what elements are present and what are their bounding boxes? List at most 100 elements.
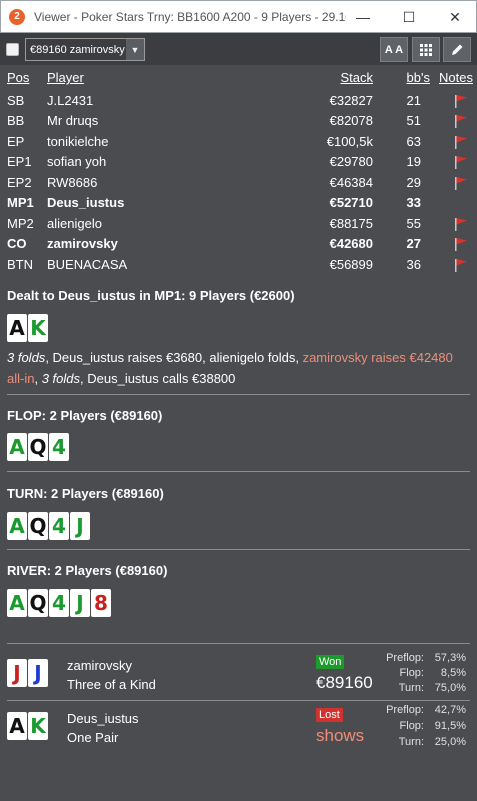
action-text: 3 folds (7, 350, 46, 365)
action-text: 3 folds (41, 371, 81, 386)
player-bb: 33 (406, 195, 421, 210)
equity-label: Preflop: (386, 652, 424, 664)
equity-label: Preflop: (386, 704, 424, 716)
note-flag-icon[interactable] (453, 114, 469, 128)
player-name: BUENACASA (47, 256, 128, 272)
grid-icon[interactable] (412, 37, 440, 62)
player-name: RW8686 (47, 174, 98, 190)
minimize-button[interactable]: — (340, 1, 386, 33)
player-row[interactable]: BB Mr druqs €82078 51 (7, 111, 473, 132)
playing-card: A (7, 433, 27, 461)
playing-card: A (7, 712, 27, 740)
player-position: EP2 (7, 174, 32, 190)
playing-card: 4 (49, 433, 69, 461)
window-title: Viewer - Poker Stars Trny: BB1600 A200 -… (34, 9, 346, 24)
playing-card: K (28, 712, 48, 740)
playing-card: 4 (49, 589, 69, 617)
select-checkbox[interactable] (6, 42, 19, 56)
player-position: EP1 (7, 154, 32, 169)
player-position: BTN (7, 256, 33, 272)
player-row[interactable]: EP1 sofian yoh €29780 19 (7, 152, 473, 173)
player-row[interactable]: MP1 Deus_iustus €52710 33 (7, 193, 473, 214)
header-notes[interactable]: Notes (439, 70, 473, 85)
result-hand: One Pair (67, 730, 119, 745)
player-position: MP2 (7, 215, 34, 231)
river-title: RIVER: 2 Players (€89160) (7, 563, 168, 578)
result-cards: JJ (7, 659, 48, 687)
player-name: Deus_iustus (47, 195, 125, 210)
playing-card: J (7, 659, 27, 687)
header-player[interactable]: Player (47, 70, 84, 85)
header-bb[interactable]: bb's (407, 70, 430, 85)
chevron-down-icon[interactable]: ▼ (126, 39, 144, 60)
playing-card: Q (28, 512, 48, 540)
equity-label: Turn: (398, 736, 424, 748)
action-text: , (34, 371, 42, 386)
divider (7, 700, 470, 701)
player-row[interactable]: CO zamirovsky €42680 27 (7, 234, 473, 255)
note-flag-icon[interactable] (453, 155, 469, 169)
note-flag-icon[interactable] (453, 237, 469, 251)
note-flag-icon[interactable] (453, 258, 469, 272)
player-row[interactable]: SB J.L2431 €32827 21 (7, 91, 473, 112)
player-stack: €88175 (329, 215, 373, 231)
player-bb: 29 (406, 174, 421, 190)
player-row[interactable]: MP2 alienigelo €88175 55 (7, 214, 473, 235)
note-flag-icon[interactable] (453, 94, 469, 108)
player-stack: €56899 (329, 256, 373, 272)
flop-title: FLOP: 2 Players (€89160) (7, 408, 163, 423)
playing-card: J (70, 589, 90, 617)
players-table: Pos Player Stack bb's Notes SB J.L2431 €32… (7, 70, 473, 275)
close-button[interactable]: ✕ (432, 1, 477, 33)
divider (7, 394, 470, 395)
player-row[interactable]: EP tonikielche €100,5k 63 (7, 132, 473, 153)
player-name: alienigelo (47, 215, 102, 231)
river-cards: AQ4J8 (7, 589, 111, 617)
players-header: Pos Player Stack bb's Notes (7, 70, 473, 91)
playing-card: Q (28, 589, 48, 617)
font-size-button[interactable]: A A (380, 37, 408, 62)
player-row[interactable]: EP2 RW8686 €46384 29 (7, 173, 473, 194)
player-bb: 55 (406, 215, 421, 231)
header-pos[interactable]: Pos (7, 70, 29, 85)
equity-value: 25,0% (434, 736, 466, 748)
player-bb: 27 (406, 236, 421, 251)
result-cards: AK (7, 712, 48, 740)
window-titlebar: 2 Viewer - Poker Stars Trny: BB1600 A200… (0, 0, 477, 33)
player-bb: 51 (406, 113, 421, 128)
won-badge: Won (316, 655, 345, 669)
equity-label: Flop: (399, 720, 424, 732)
player-bb: 36 (406, 256, 421, 272)
player-bb: 21 (406, 92, 421, 108)
player-stack: €52710 (329, 195, 373, 210)
result-player-name: Deus_iustus (67, 711, 139, 726)
playing-card: 8 (91, 589, 111, 617)
playing-card: J (70, 512, 90, 540)
divider (7, 549, 470, 550)
playing-card: J (28, 659, 48, 687)
equity-value: 42,7% (434, 704, 466, 716)
action-text: , Deus_iustus raises €3680, alienigelo f… (45, 350, 303, 365)
player-name: tonikielche (47, 133, 109, 149)
equity-label: Flop: (399, 667, 424, 679)
player-row[interactable]: BTN BUENACASA €56899 36 (7, 255, 473, 276)
player-stack: €29780 (329, 154, 373, 169)
player-stack: €82078 (329, 113, 373, 128)
app-logo-icon: 2 (9, 8, 25, 25)
divider (7, 643, 470, 644)
player-position: BB (7, 113, 25, 128)
playing-card: Q (28, 433, 48, 461)
maximize-button[interactable]: ☐ (386, 1, 432, 33)
edit-pencil-icon[interactable] (443, 37, 471, 62)
player-name: Mr druqs (47, 113, 99, 128)
note-flag-icon[interactable] (453, 217, 469, 231)
divider (7, 471, 470, 472)
hand-select[interactable]: €89160 zamirovsky ▼ (25, 38, 145, 61)
note-flag-icon[interactable] (453, 135, 469, 149)
note-flag-icon[interactable] (453, 176, 469, 190)
header-stack[interactable]: Stack (340, 70, 373, 85)
action-text: , Deus_iustus calls €38800 (80, 371, 236, 386)
player-stack: €42680 (329, 236, 373, 251)
preflop-title: Dealt to Deus_iustus in MP1: 9 Players (… (7, 288, 295, 303)
equity-label: Turn: (398, 682, 424, 694)
